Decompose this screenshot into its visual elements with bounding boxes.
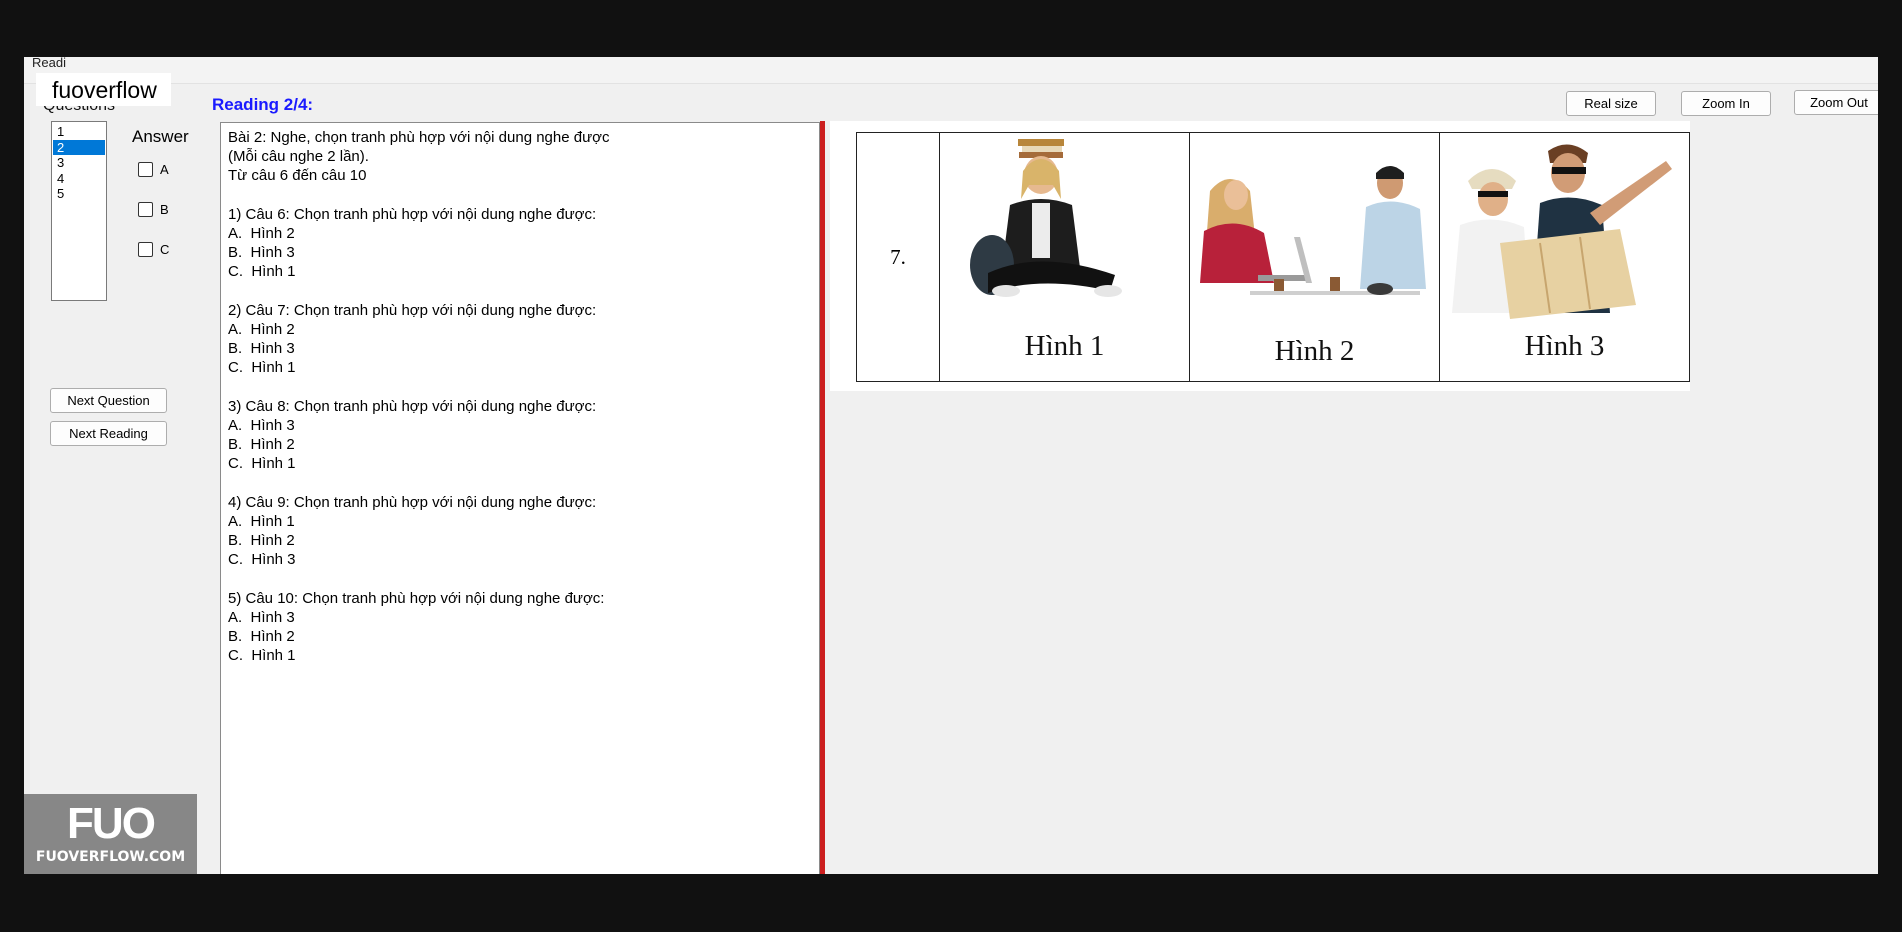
question-item-3[interactable]: 3	[53, 155, 105, 171]
question-prompt: 1) Câu 6: Chọn tranh phù hợp với nội dun…	[228, 206, 597, 223]
question-image: 7. Hình 1 Hình 2 Hình 3	[856, 132, 1690, 382]
question-listbox[interactable]: 1 2 3 4 5	[51, 121, 107, 301]
picture-3: Hình 3	[1439, 133, 1689, 381]
question-choice: B. Hình 3	[228, 340, 295, 357]
picture-1: Hình 1	[939, 133, 1189, 381]
answer-option-c[interactable]: C	[138, 240, 169, 258]
logo-mark: FUO	[67, 799, 156, 848]
question-choice: B. Hình 2	[228, 532, 295, 549]
answer-option-b-label: B	[160, 201, 169, 217]
question-prompt: 4) Câu 9: Chọn tranh phù hợp với nội dun…	[228, 494, 597, 511]
picture-2-label: Hình 2	[1274, 335, 1355, 367]
question-choice: C. Hình 1	[228, 359, 296, 376]
question-choice: C. Hình 3	[228, 551, 296, 568]
menu-bar: Readi	[24, 57, 1878, 84]
menu-item-reading[interactable]: Readi	[32, 57, 66, 70]
fuoverflow-logo: FUO FUOVERFLOW.COM	[24, 794, 197, 874]
checkbox-b[interactable]	[138, 201, 153, 217]
question-item-4[interactable]: 4	[53, 171, 105, 187]
tourists-with-map-icon	[1452, 144, 1672, 319]
picture-2: Hình 2	[1189, 133, 1439, 381]
intro-line: Từ câu 6 đến câu 10	[228, 167, 367, 184]
logo-site: FUOVERFLOW.COM	[35, 849, 186, 865]
answer-option-b[interactable]: B	[138, 200, 169, 218]
question-prompt: 3) Câu 8: Chọn tranh phù hợp với nội dun…	[228, 398, 597, 415]
question-item-5[interactable]: 5	[53, 186, 105, 202]
question-number: 7.	[890, 244, 906, 269]
real-size-button[interactable]: Real size	[1566, 91, 1656, 116]
question-item-2[interactable]: 2	[53, 139, 105, 155]
reading-title: Reading 2/4:	[212, 95, 314, 114]
next-reading-button[interactable]: Next Reading	[50, 421, 167, 446]
question-prompt: 2) Câu 7: Chọn tranh phù hợp với nội dun…	[228, 302, 597, 319]
panel-splitter[interactable]	[820, 121, 825, 874]
question-choice: C. Hình 1	[228, 263, 296, 280]
app-window: Readi fuoverflow Questions 1 2 3 4 5 Ans…	[24, 57, 1878, 874]
question-choice: A. Hình 2	[228, 321, 295, 338]
question-choice: B. Hình 2	[228, 628, 295, 645]
question-choice: C. Hình 1	[228, 647, 296, 664]
checkbox-a[interactable]	[138, 161, 153, 177]
two-people-working-laptop-icon	[1200, 166, 1426, 295]
student-sitting-books-on-head-icon	[970, 139, 1122, 297]
reading-text-panel[interactable]: Bài 2: Nghe, chọn tranh phù hợp với nội …	[220, 122, 820, 874]
question-choice: C. Hình 1	[228, 455, 296, 472]
zoom-out-button[interactable]: Zoom Out	[1794, 90, 1878, 115]
intro-line: Bài 2: Nghe, chọn tranh phù hợp với nội …	[228, 129, 610, 146]
answer-option-c-label: C	[160, 241, 170, 257]
question-choice: B. Hình 3	[228, 244, 295, 261]
question-choice: A. Hình 3	[228, 417, 295, 434]
picture-3-label: Hình 3	[1524, 330, 1605, 362]
answer-label: Answer	[132, 127, 189, 146]
question-choice: A. Hình 3	[228, 609, 295, 626]
answer-option-a-label: A	[160, 161, 169, 177]
intro-line: (Mỗi câu nghe 2 lần).	[228, 148, 369, 165]
next-question-button[interactable]: Next Question	[50, 388, 167, 413]
checkbox-c[interactable]	[138, 241, 153, 257]
question-item-1[interactable]: 1	[53, 124, 105, 140]
zoom-in-button[interactable]: Zoom In	[1681, 91, 1771, 116]
question-choice: A. Hình 2	[228, 225, 295, 242]
watermark-label: fuoverflow	[36, 73, 171, 106]
question-prompt: 5) Câu 10: Chọn tranh phù hợp với nội du…	[228, 590, 605, 607]
answer-option-a[interactable]: A	[138, 160, 169, 178]
picture-1-label: Hình 1	[1024, 330, 1105, 362]
question-choice: A. Hình 1	[228, 513, 295, 530]
question-choice: B. Hình 2	[228, 436, 295, 453]
